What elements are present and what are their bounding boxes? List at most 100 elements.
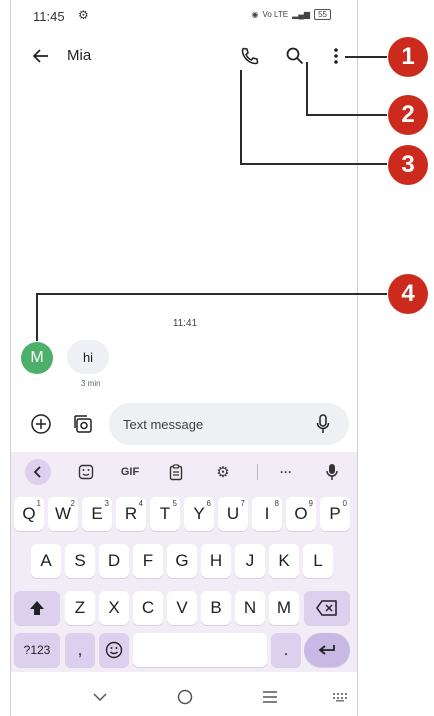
space-key[interactable] [133,633,267,667]
key[interactable]: V [167,591,197,625]
key-hint: 2 [70,499,75,508]
shift-key[interactable] [14,591,60,625]
backspace-key[interactable] [304,591,350,625]
settings-notification-icon: ⚙ [78,8,89,22]
key-label: Y [193,504,205,523]
gear-icon: ⚙ [216,464,230,481]
emoji-icon [105,641,123,659]
key-label: P [329,504,341,523]
symbols-key[interactable]: ?123 [14,633,60,667]
callout-4-line [36,293,38,341]
back-button[interactable] [25,40,57,72]
key-hint: 7 [240,499,245,508]
signal-icon: ▂▄▆ [292,10,311,19]
key-label: O [294,504,308,523]
voice-input-button[interactable] [311,412,335,436]
more-vert-icon [334,48,338,64]
contact-avatar[interactable]: M [21,342,53,374]
period-key[interactable]: . [271,633,301,667]
key[interactable]: D [99,544,129,578]
callout-badge-2: 2 [388,95,428,135]
comma-key[interactable]: , [65,633,95,667]
key[interactable]: A [31,544,61,578]
conversation-timestamp: 11:41 [172,318,198,329]
key-label: E [91,504,103,523]
key[interactable]: M [269,591,299,625]
key[interactable]: F [133,544,163,578]
key[interactable]: Q1 [14,497,44,531]
key[interactable]: K [269,544,299,578]
status-indicators: ◉ Vo LTE ▂▄▆ 55 [251,9,331,20]
key-label: U [226,504,240,523]
callout-badge-1: 1 [388,37,428,77]
nav-keyboard-switch-button[interactable] [327,684,353,710]
keyboard-settings-button[interactable]: ⚙ [210,459,236,485]
key[interactable]: P0 [320,497,350,531]
arrow-back-icon [32,49,48,63]
key[interactable]: H [201,544,231,578]
contact-name[interactable]: Mia [67,47,91,64]
key[interactable]: T5 [150,497,180,531]
sticker-icon [78,464,94,480]
key-hint: 0 [342,499,347,508]
key-row-2: A S D F G H J K L [11,544,357,582]
key[interactable]: W2 [48,497,78,531]
gallery-camera-button[interactable] [67,408,99,440]
add-attachment-button[interactable] [25,408,57,440]
key-label: W [54,504,72,523]
gif-button[interactable]: GIF [117,459,143,485]
keyboard-voice-button[interactable] [319,459,345,485]
key-hint: 6 [206,499,211,508]
chevron-down-icon [93,693,107,702]
backspace-icon [316,600,337,616]
key[interactable]: R4 [116,497,146,531]
message-input[interactable] [123,416,293,432]
emoji-key[interactable] [99,633,129,667]
key[interactable]: Y6 [184,497,214,531]
key[interactable]: N [235,591,265,625]
network-label: Vo LTE [262,10,289,19]
key[interactable]: B [201,591,231,625]
search-icon [286,47,304,65]
key[interactable]: I8 [252,497,282,531]
clipboard-button[interactable] [163,459,189,485]
key[interactable]: O9 [286,497,316,531]
key-label: R [124,504,138,523]
more-toolbar-button[interactable]: ··· [273,459,299,485]
key[interactable]: G [167,544,197,578]
status-time: 11:45 [33,9,65,24]
key-hint: 9 [308,499,313,508]
status-bar: 11:45 ⚙ ◉ Vo LTE ▂▄▆ 55 [11,0,357,34]
message-bubble[interactable]: hi [67,340,109,374]
keyboard-toolbar: GIF ⚙ ··· [11,455,357,489]
sticker-button[interactable] [73,459,99,485]
enter-icon [318,645,335,655]
key[interactable]: S [65,544,95,578]
key-hint: 1 [36,499,41,508]
callout-1-line [345,56,387,58]
key-label: Q [22,504,36,523]
menu-icon [263,691,277,703]
key[interactable]: L [303,544,333,578]
nav-recents-button[interactable] [257,684,283,710]
key[interactable]: U7 [218,497,248,531]
nav-hide-keyboard-button[interactable] [87,684,113,710]
chevron-left-icon [33,466,41,478]
key-hint: 4 [138,499,143,508]
key-row-1: Q1 W2 E3 R4 T5 Y6 U7 I8 O9 P0 [11,497,357,535]
toolbar-collapse-button[interactable] [25,459,51,485]
key[interactable]: J [235,544,265,578]
key[interactable]: C [133,591,163,625]
key[interactable]: Z [65,591,95,625]
key[interactable]: X [99,591,129,625]
callout-badge-4: 4 [388,274,428,314]
callout-3-line [240,163,387,165]
nav-home-button[interactable] [172,684,198,710]
call-button[interactable] [234,40,266,72]
callout-badge-3: 3 [388,145,428,185]
nfc-icon: ◉ [251,10,259,19]
keyboard-icon [333,693,347,702]
phone-icon [241,47,259,65]
enter-key[interactable] [304,633,350,667]
key[interactable]: E3 [82,497,112,531]
